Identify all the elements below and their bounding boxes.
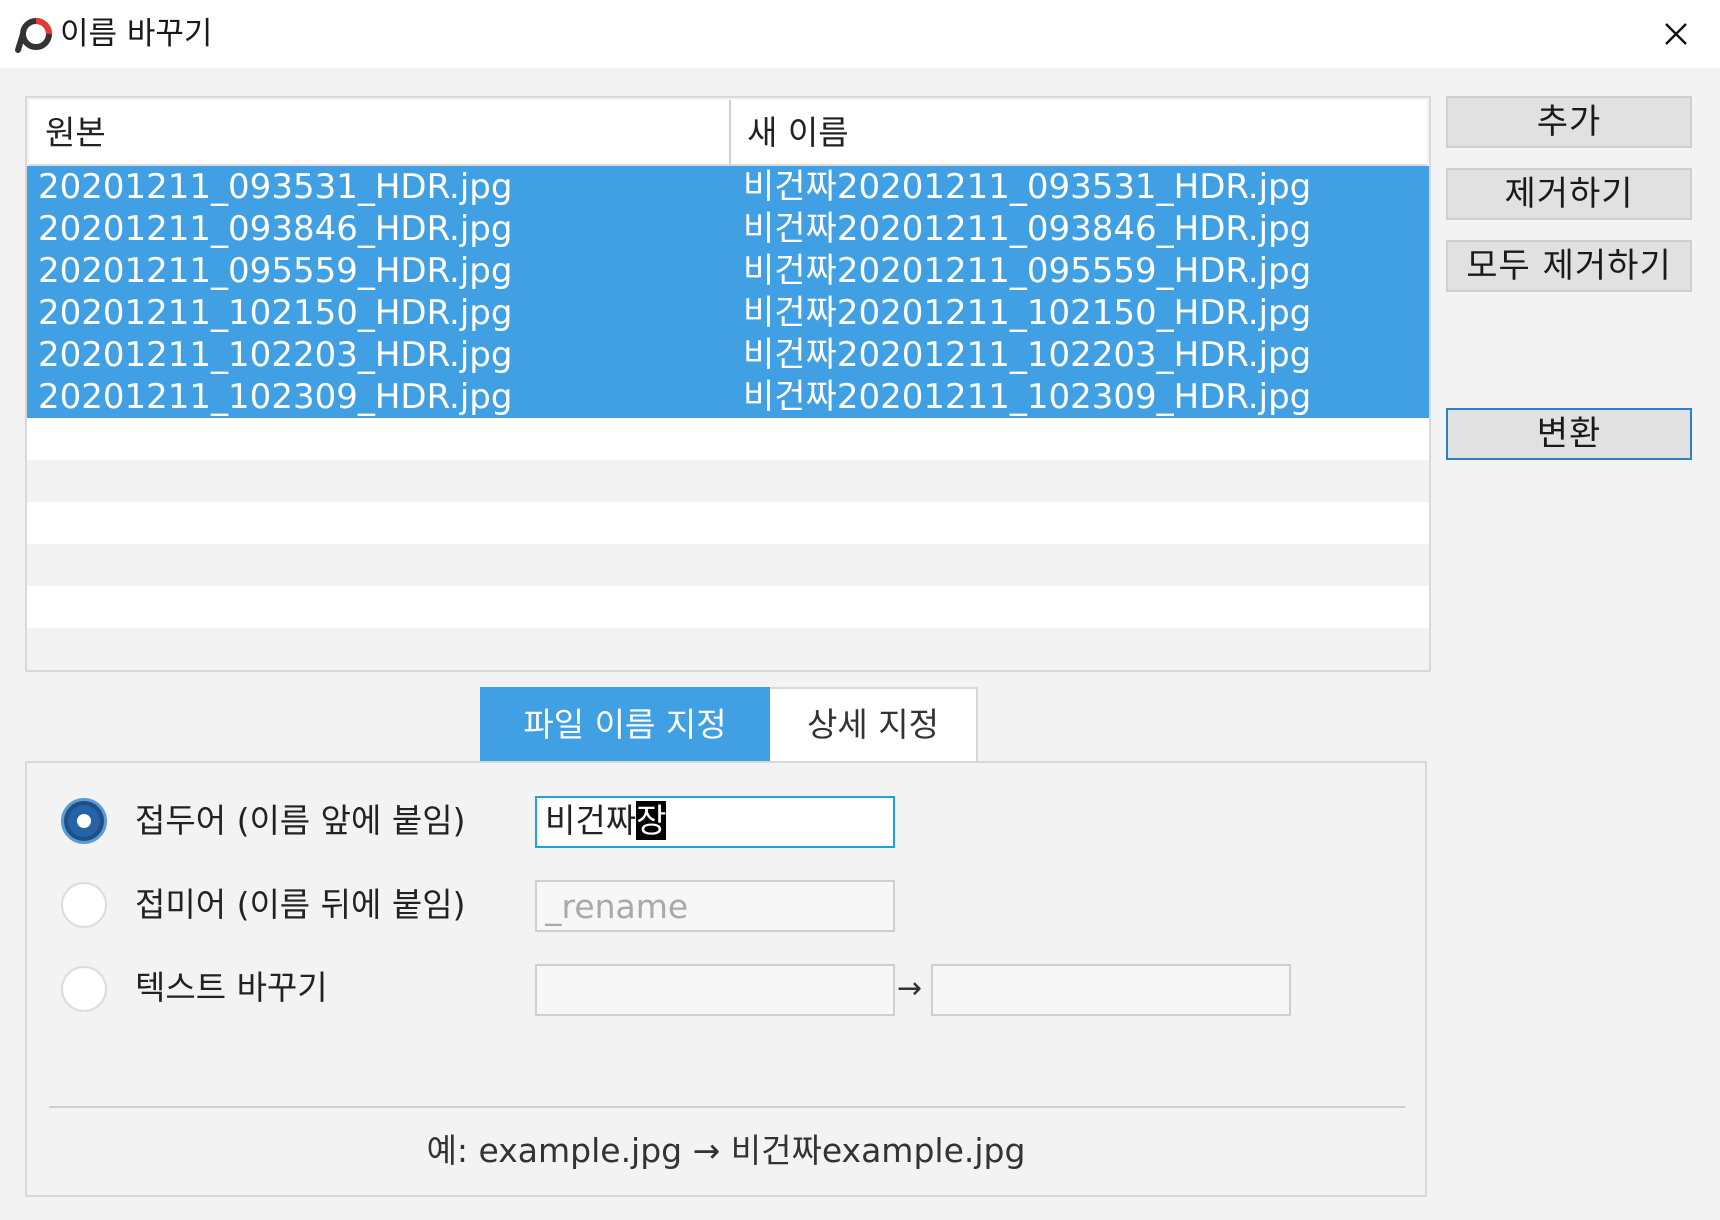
prefix-value: 비건짜 bbox=[545, 801, 637, 840]
remove-button[interactable]: 제거하기 bbox=[1446, 168, 1692, 220]
convert-button[interactable]: 변환 bbox=[1446, 408, 1692, 460]
empty-row bbox=[27, 586, 1429, 628]
empty-row bbox=[27, 544, 1429, 586]
original-filename: 20201211_093846_HDR.jpg bbox=[38, 209, 513, 249]
list-row[interactable]: 20201211_102203_HDR.jpg 비건짜20201211_1022… bbox=[27, 334, 1429, 376]
list-header: 원본 새 이름 bbox=[29, 100, 1427, 166]
list-row[interactable]: 20201211_095559_HDR.jpg 비건짜20201211_0955… bbox=[27, 250, 1429, 292]
prefix-input[interactable]: 비건짜장 bbox=[535, 796, 895, 848]
original-filename: 20201211_102203_HDR.jpg bbox=[38, 335, 513, 375]
list-row[interactable]: 20201211_102150_HDR.jpg 비건짜20201211_1021… bbox=[27, 292, 1429, 334]
rename-options-panel: 접두어 (이름 앞에 붙임) 비건짜장 접미어 (이름 뒤에 붙임) 텍스트 바… bbox=[25, 761, 1427, 1197]
new-filename: 비건짜20201211_102309_HDR.jpg bbox=[743, 377, 1312, 417]
new-filename: 비건짜20201211_102150_HDR.jpg bbox=[743, 293, 1312, 333]
replace-radio[interactable] bbox=[61, 966, 107, 1012]
replace-arrow: → bbox=[897, 971, 923, 1006]
tab-advanced[interactable]: 상세 지정 bbox=[770, 687, 978, 763]
list-row[interactable]: 20201211_102309_HDR.jpg 비건짜20201211_1023… bbox=[27, 376, 1429, 418]
window-title: 이름 바꾸기 bbox=[60, 16, 213, 52]
prefix-label: 접두어 (이름 앞에 붙임) bbox=[135, 801, 466, 840]
original-filename: 20201211_093531_HDR.jpg bbox=[38, 167, 513, 207]
suffix-label: 접미어 (이름 뒤에 붙임) bbox=[135, 885, 466, 924]
new-filename: 비건짜20201211_102203_HDR.jpg bbox=[743, 335, 1312, 375]
original-filename: 20201211_102309_HDR.jpg bbox=[38, 377, 513, 417]
empty-row bbox=[27, 418, 1429, 460]
title-bar: 이름 바꾸기 bbox=[0, 0, 1720, 68]
new-filename: 비건짜20201211_093846_HDR.jpg bbox=[743, 209, 1312, 249]
column-header-original[interactable]: 원본 bbox=[29, 100, 731, 164]
add-button[interactable]: 추가 bbox=[1446, 96, 1692, 148]
suffix-radio[interactable] bbox=[61, 882, 107, 928]
divider bbox=[49, 1106, 1405, 1108]
empty-row bbox=[27, 502, 1429, 544]
list-rows: 20201211_093531_HDR.jpg 비건짜20201211_0935… bbox=[27, 166, 1429, 628]
tab-filename[interactable]: 파일 이름 지정 bbox=[480, 687, 770, 763]
remove-all-button[interactable]: 모두 제거하기 bbox=[1446, 240, 1692, 292]
original-filename: 20201211_102150_HDR.jpg bbox=[38, 293, 513, 333]
suffix-input[interactable] bbox=[535, 880, 895, 932]
column-header-new-name[interactable]: 새 이름 bbox=[731, 100, 1427, 164]
file-list[interactable]: 원본 새 이름 20201211_093531_HDR.jpg 비건짜20201… bbox=[25, 96, 1431, 672]
list-row[interactable]: 20201211_093846_HDR.jpg 비건짜20201211_0938… bbox=[27, 208, 1429, 250]
close-icon bbox=[1665, 23, 1687, 45]
close-button[interactable] bbox=[1648, 10, 1704, 58]
replace-to-input[interactable] bbox=[931, 964, 1291, 1016]
original-filename: 20201211_095559_HDR.jpg bbox=[38, 251, 513, 291]
app-logo-icon bbox=[15, 18, 52, 53]
prefix-radio[interactable] bbox=[61, 798, 107, 844]
new-filename: 비건짜20201211_095559_HDR.jpg bbox=[743, 251, 1312, 291]
empty-row bbox=[27, 460, 1429, 502]
new-filename: 비건짜20201211_093531_HDR.jpg bbox=[743, 167, 1312, 207]
example-preview: 예: example.jpg → 비건짜example.jpg bbox=[426, 1131, 1026, 1170]
ime-composing-char: 장 bbox=[636, 801, 667, 840]
list-row[interactable]: 20201211_093531_HDR.jpg 비건짜20201211_0935… bbox=[27, 166, 1429, 208]
replace-label: 텍스트 바꾸기 bbox=[135, 968, 328, 1007]
replace-from-input[interactable] bbox=[535, 964, 895, 1016]
